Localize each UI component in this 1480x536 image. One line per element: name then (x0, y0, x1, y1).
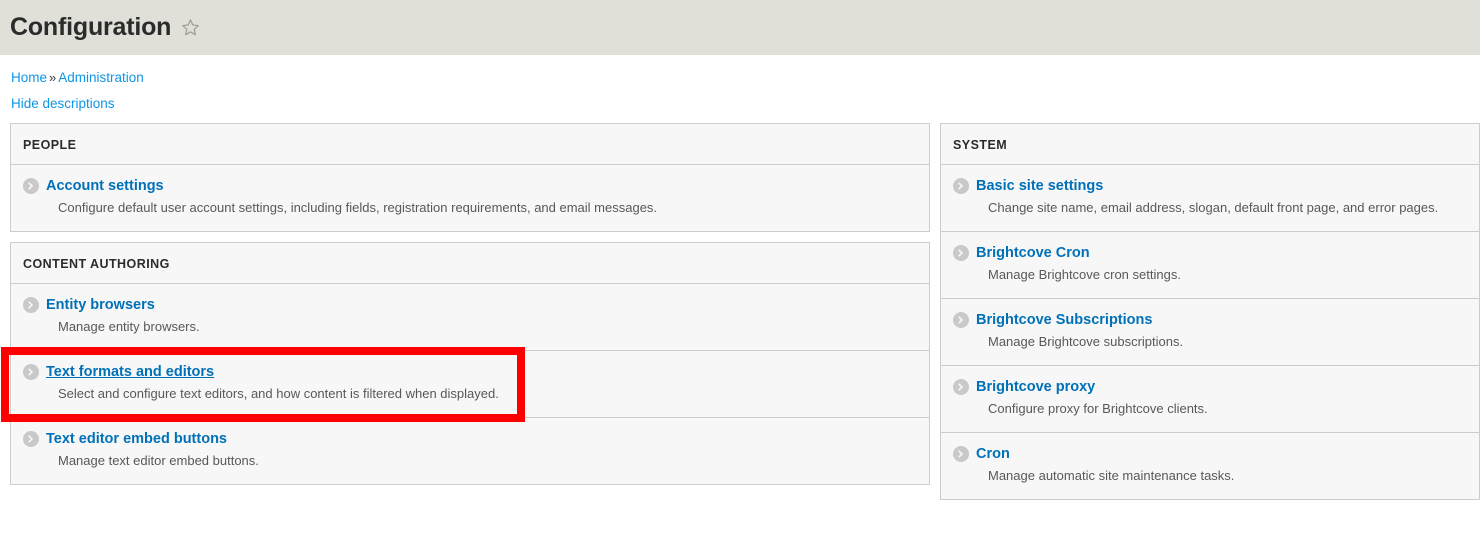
breadcrumb-link-administration[interactable]: Administration (58, 70, 144, 85)
config-item-head: Basic site settings (953, 177, 1467, 195)
config-item: Brightcove Subscriptions Manage Brightcov… (941, 299, 1479, 366)
config-item-head: Brightcove Cron (953, 244, 1467, 262)
config-item: Account settings Configure default user a… (11, 165, 929, 231)
config-item: Basic site settings Change site name, ema… (941, 165, 1479, 232)
config-item: Entity browsers Manage entity browsers. (11, 284, 929, 351)
config-item-description: Manage automatic site maintenance tasks. (988, 468, 1235, 483)
config-item: Text formats and editors Select and confi… (11, 351, 929, 418)
config-section-title: CONTENT AUTHORING (11, 243, 929, 284)
chevron-right-circle-icon (953, 312, 969, 328)
chevron-right-circle-icon (23, 178, 39, 194)
config-item: Brightcove Cron Manage Brightcove cron se… (941, 232, 1479, 299)
config-item-link[interactable]: Cron (976, 445, 1010, 463)
config-item-head: Brightcove proxy (953, 378, 1467, 396)
config-item-link[interactable]: Text formats and editors (46, 363, 214, 381)
config-item-link[interactable]: Basic site settings (976, 177, 1103, 195)
config-section: SYSTEM Basic site settings Change site nam… (940, 123, 1480, 500)
config-item-head: Account settings (23, 177, 917, 195)
config-item-head: Text formats and editors (23, 363, 917, 381)
config-section: CONTENT AUTHORING Entity browsers Manage e… (10, 242, 930, 485)
config-section-body: Account settings Configure default user a… (11, 165, 929, 231)
config-item-description: Select and configure text editors, and h… (58, 386, 499, 401)
config-item-link[interactable]: Brightcove Subscriptions (976, 311, 1152, 329)
config-item-link[interactable]: Text editor embed buttons (46, 430, 227, 448)
config-item-head: Brightcove Subscriptions (953, 311, 1467, 329)
config-item-link[interactable]: Entity browsers (46, 296, 155, 314)
config-item-description: Configure proxy for Brightcove clients. (988, 401, 1208, 416)
config-item-description: Manage Brightcove subscriptions. (988, 334, 1184, 349)
config-item-description: Change site name, email address, slogan,… (988, 200, 1439, 215)
config-item: Text editor embed buttons Manage text edi… (11, 418, 929, 484)
config-item-description: Manage entity browsers. (58, 319, 200, 334)
config-item-link[interactable]: Account settings (46, 177, 164, 195)
right-column: SYSTEM Basic site settings Change site nam… (940, 123, 1480, 510)
breadcrumb: Home» Administration (11, 69, 1480, 87)
page-title: Configuration (10, 13, 172, 41)
config-item-link[interactable]: Brightcove proxy (976, 378, 1095, 396)
hide-descriptions-row: Hide descriptions (11, 95, 1480, 113)
chevron-right-circle-icon (953, 178, 969, 194)
chevron-right-circle-icon (23, 297, 39, 313)
chevron-right-circle-icon (23, 431, 39, 447)
config-item-head: Cron (953, 445, 1467, 463)
config-section-body: Entity browsers Manage entity browsers. Te… (11, 284, 929, 484)
config-section: PEOPLE Account settings Configure default … (10, 123, 930, 232)
chevron-right-circle-icon (953, 379, 969, 395)
left-column: PEOPLE Account settings Configure default … (10, 123, 930, 495)
config-item-description: Configure default user account settings,… (58, 200, 658, 215)
chevron-right-circle-icon (23, 364, 39, 380)
breadcrumb-link-home[interactable]: Home (11, 70, 47, 85)
star-outline-icon[interactable] (181, 18, 200, 37)
config-item-link[interactable]: Brightcove Cron (976, 244, 1090, 262)
chevron-right-circle-icon (953, 446, 969, 462)
config-section-title: PEOPLE (11, 124, 929, 165)
config-section-title: SYSTEM (941, 124, 1479, 165)
config-section-body: Basic site settings Change site name, ema… (941, 165, 1479, 499)
configuration-columns: PEOPLE Account settings Configure default … (0, 123, 1480, 510)
breadcrumb-separator: » (49, 70, 57, 85)
config-item-head: Text editor embed buttons (23, 430, 917, 448)
config-item-description: Manage Brightcove cron settings. (988, 267, 1181, 282)
hide-descriptions-link[interactable]: Hide descriptions (11, 96, 115, 111)
breadcrumb-area: Home» Administration Hide descriptions (0, 55, 1480, 113)
page-header: Configuration (0, 0, 1480, 55)
config-item-head: Entity browsers (23, 296, 917, 314)
config-item: Cron Manage automatic site maintenance ta… (941, 433, 1479, 499)
chevron-right-circle-icon (953, 245, 969, 261)
config-item-description: Manage text editor embed buttons. (58, 453, 259, 468)
config-item: Brightcove proxy Configure proxy for Brig… (941, 366, 1479, 433)
